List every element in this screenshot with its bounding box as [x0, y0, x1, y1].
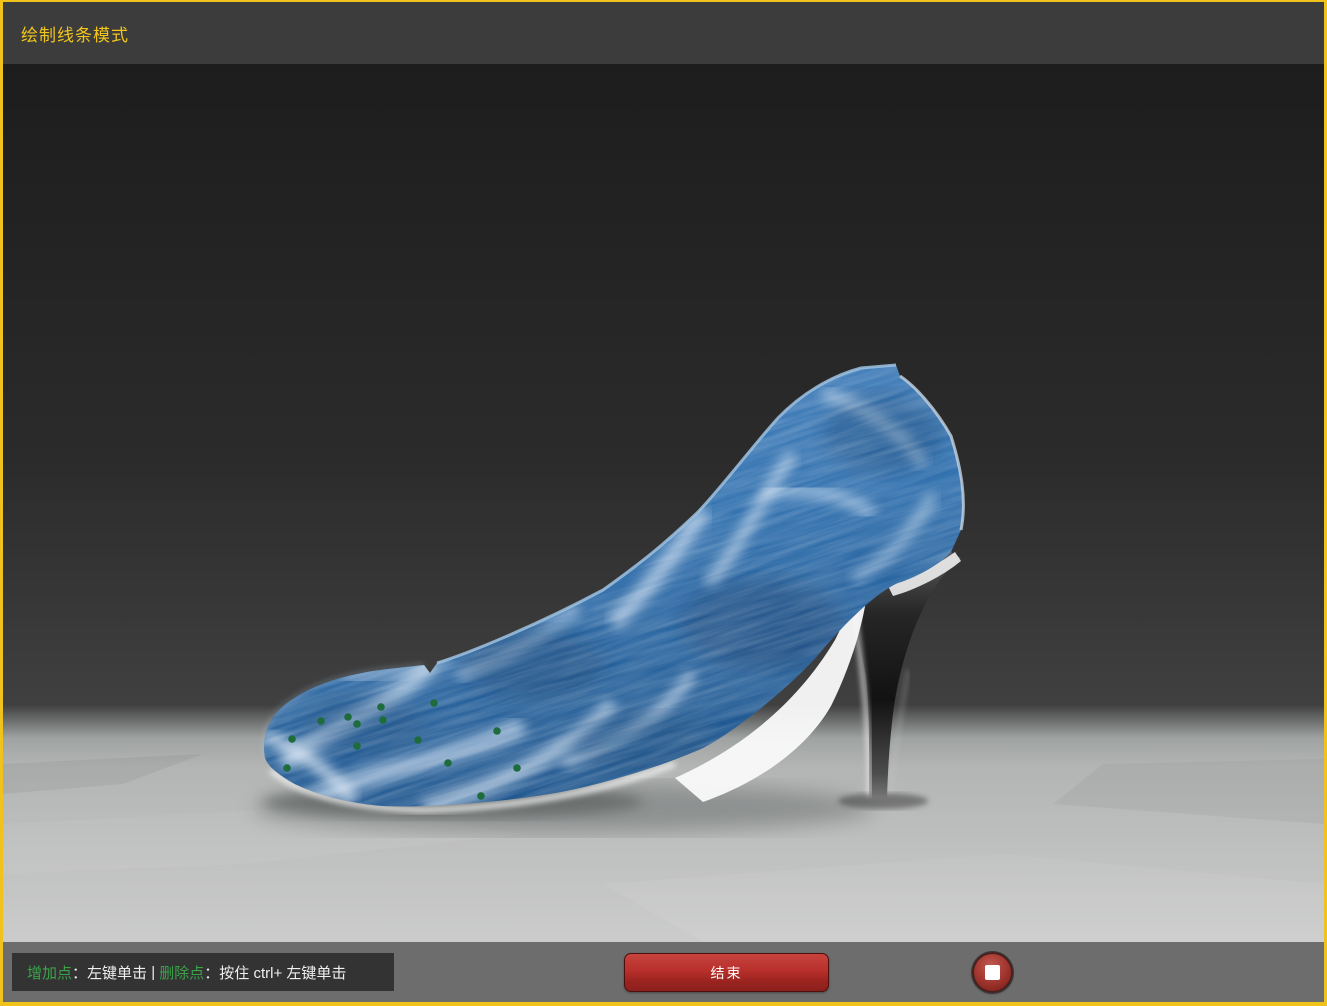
delete-point-desc: ：按住 ctrl+ 左键单击	[204, 964, 347, 982]
finish-button[interactable]: 结束	[624, 953, 829, 992]
bottom-toolbar: 增加点 ：左键单击 | 删除点 ：按住 ctrl+ 左键单击 结束	[3, 942, 1324, 1002]
app-window: 绘制线条模式 增加点 ：左键单击 | 删除点 ：按住 ctrl+ 左键单击 结束	[0, 0, 1327, 1006]
scene-canvas[interactable]	[3, 64, 1324, 942]
control-point[interactable]	[513, 764, 521, 772]
control-point[interactable]	[493, 727, 501, 735]
title-bar: 绘制线条模式	[3, 2, 1324, 64]
control-point[interactable]	[414, 736, 422, 744]
viewport-3d[interactable]	[3, 64, 1324, 942]
delete-point-label: 删除点	[159, 964, 205, 982]
control-point[interactable]	[353, 742, 361, 750]
control-point[interactable]	[444, 759, 452, 767]
add-point-desc: ：左键单击	[72, 964, 148, 982]
control-point[interactable]	[317, 717, 325, 725]
control-point[interactable]	[379, 716, 387, 724]
add-point-label: 增加点	[27, 964, 73, 982]
control-point[interactable]	[377, 703, 385, 711]
control-point[interactable]	[344, 713, 352, 721]
stop-button[interactable]	[972, 952, 1013, 993]
page-title: 绘制线条模式	[21, 25, 129, 45]
separator: |	[147, 963, 160, 981]
control-point[interactable]	[283, 764, 291, 772]
control-point[interactable]	[288, 735, 296, 743]
control-point[interactable]	[430, 699, 438, 707]
instructions-box: 增加点 ：左键单击 | 删除点 ：按住 ctrl+ 左键单击	[12, 953, 394, 991]
control-point[interactable]	[477, 792, 485, 800]
stop-icon	[985, 965, 1000, 980]
control-point[interactable]	[353, 720, 361, 728]
finish-button-label: 结束	[710, 964, 743, 981]
